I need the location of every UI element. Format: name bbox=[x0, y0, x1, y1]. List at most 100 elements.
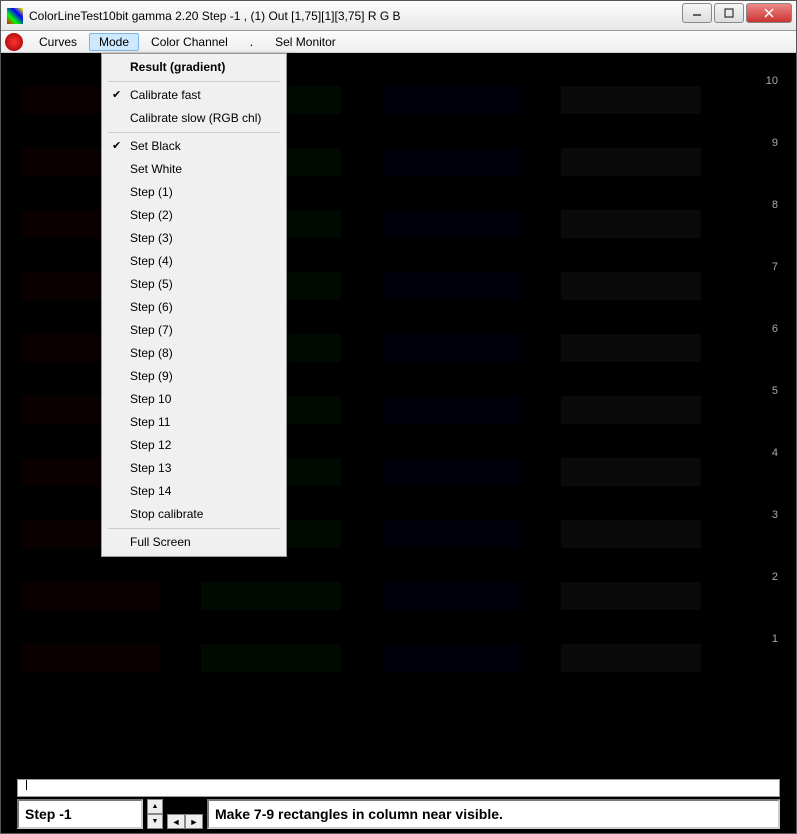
menu-mode[interactable]: Mode bbox=[89, 33, 139, 51]
ruler[interactable] bbox=[17, 779, 780, 797]
dropdown-item[interactable]: Step 12 bbox=[104, 434, 284, 457]
dropdown-item[interactable]: Step 10 bbox=[104, 388, 284, 411]
dropdown-item[interactable]: Step (1) bbox=[104, 181, 284, 204]
row-number: 3 bbox=[772, 509, 778, 521]
swatch-blue bbox=[381, 86, 521, 114]
nav-arrows: ◄ ► bbox=[167, 799, 203, 829]
dropdown-item[interactable]: Calibrate slow (RGB chl) bbox=[104, 107, 284, 130]
dropdown-item[interactable]: Step (7) bbox=[104, 319, 284, 342]
dropdown-item-label: Step (8) bbox=[130, 346, 173, 360]
dropdown-item[interactable]: ✔ Set Black bbox=[104, 135, 284, 158]
dropdown-item-label: Step (2) bbox=[130, 208, 173, 222]
menu-separator bbox=[108, 132, 280, 133]
swatch-red bbox=[21, 582, 161, 610]
dropdown-item-label: Step 10 bbox=[130, 392, 171, 406]
menu-sel-monitor[interactable]: Sel Monitor bbox=[265, 33, 346, 51]
swatch-blue bbox=[381, 148, 521, 176]
dropdown-header: Result (gradient) bbox=[104, 56, 284, 79]
nav-right-button[interactable]: ► bbox=[185, 814, 203, 829]
row-number: 10 bbox=[766, 75, 778, 87]
step-down-button[interactable]: ▼ bbox=[147, 814, 163, 829]
swatch-white bbox=[561, 272, 701, 300]
menu-curves[interactable]: Curves bbox=[29, 33, 87, 51]
hint-text: Make 7-9 rectangles in column near visib… bbox=[207, 799, 780, 829]
step-up-button[interactable]: ▲ bbox=[147, 799, 163, 814]
app-window: ColorLineTest10bit gamma 2.20 Step -1 , … bbox=[0, 0, 797, 834]
dropdown-item[interactable]: Full Screen bbox=[104, 531, 284, 554]
dropdown-item[interactable]: Step (9) bbox=[104, 365, 284, 388]
swatch-white bbox=[561, 520, 701, 548]
window-controls bbox=[682, 3, 792, 23]
dropdown-item-label: Step (6) bbox=[130, 300, 173, 314]
row-number: 9 bbox=[772, 137, 778, 149]
menu-logo-icon bbox=[5, 33, 23, 51]
swatch-blue bbox=[381, 334, 521, 362]
dropdown-item-label: Step (1) bbox=[130, 185, 173, 199]
dropdown-item[interactable]: Step 14 bbox=[104, 480, 284, 503]
dropdown-item-label: Full Screen bbox=[130, 535, 191, 549]
swatch-blue bbox=[381, 520, 521, 548]
menu-separator bbox=[108, 528, 280, 529]
dropdown-item-label: Set White bbox=[130, 162, 182, 176]
row-number: 1 bbox=[772, 633, 778, 645]
menu-color-channel[interactable]: Color Channel bbox=[141, 33, 238, 51]
swatch-white bbox=[561, 644, 701, 672]
check-icon: ✔ bbox=[112, 138, 121, 155]
row-number: 4 bbox=[772, 447, 778, 459]
dropdown-item[interactable]: Step (8) bbox=[104, 342, 284, 365]
swatch-white bbox=[561, 334, 701, 362]
close-button[interactable] bbox=[746, 3, 792, 23]
swatch-white bbox=[561, 458, 701, 486]
menubar: Curves Mode Color Channel . Sel Monitor bbox=[1, 31, 796, 53]
row-number: 7 bbox=[772, 261, 778, 273]
swatch-blue bbox=[381, 210, 521, 238]
maximize-button[interactable] bbox=[714, 3, 744, 23]
swatch-white bbox=[561, 210, 701, 238]
dropdown-item[interactable]: ✔Calibrate fast bbox=[104, 84, 284, 107]
row-number: 5 bbox=[772, 385, 778, 397]
status-bar: Step -1 ▲ ▼ ◄ ► Make 7-9 rectangles in c… bbox=[17, 799, 780, 829]
dropdown-item-label: Stop calibrate bbox=[130, 507, 203, 521]
row-number: 2 bbox=[772, 571, 778, 583]
nav-left-button[interactable]: ◄ bbox=[167, 814, 185, 829]
dropdown-item[interactable]: Step (6) bbox=[104, 296, 284, 319]
dropdown-item-label: Step 11 bbox=[130, 415, 170, 429]
mode-dropdown: Result (gradient) ✔Calibrate fastCalibra… bbox=[101, 53, 287, 557]
dropdown-item-label: Step (4) bbox=[130, 254, 173, 268]
swatch-green bbox=[201, 582, 341, 610]
swatch-blue bbox=[381, 272, 521, 300]
swatch-white bbox=[561, 582, 701, 610]
grid-row: 2 bbox=[21, 565, 772, 627]
swatch-blue bbox=[381, 644, 521, 672]
minimize-button[interactable] bbox=[682, 3, 712, 23]
dropdown-item-label: Step 12 bbox=[130, 438, 171, 452]
menu-separator bbox=[108, 81, 280, 82]
dropdown-item[interactable]: Stop calibrate bbox=[104, 503, 284, 526]
dropdown-item-label: Step (9) bbox=[130, 369, 173, 383]
dropdown-item-label: Step 13 bbox=[130, 461, 171, 475]
grid-row: 1 bbox=[21, 627, 772, 689]
swatch-green bbox=[201, 644, 341, 672]
menu-dot[interactable]: . bbox=[240, 33, 263, 51]
dropdown-item-label: Step (5) bbox=[130, 277, 173, 291]
row-number: 6 bbox=[772, 323, 778, 335]
dropdown-item[interactable]: Step 11 bbox=[104, 411, 284, 434]
dropdown-item-label: Set Black bbox=[130, 139, 181, 153]
dropdown-item-label: Step (7) bbox=[130, 323, 173, 337]
dropdown-item-label: Step (3) bbox=[130, 231, 173, 245]
step-spinner: ▲ ▼ bbox=[147, 799, 163, 829]
dropdown-item[interactable]: Step 13 bbox=[104, 457, 284, 480]
swatch-red bbox=[21, 644, 161, 672]
dropdown-item[interactable]: Step (3) bbox=[104, 227, 284, 250]
swatch-blue bbox=[381, 396, 521, 424]
dropdown-item[interactable]: Set White bbox=[104, 158, 284, 181]
dropdown-item[interactable]: Step (5) bbox=[104, 273, 284, 296]
titlebar[interactable]: ColorLineTest10bit gamma 2.20 Step -1 , … bbox=[1, 1, 796, 31]
dropdown-item[interactable]: Step (4) bbox=[104, 250, 284, 273]
swatch-white bbox=[561, 148, 701, 176]
swatch-blue bbox=[381, 458, 521, 486]
dropdown-item[interactable]: Step (2) bbox=[104, 204, 284, 227]
dropdown-item-label: Calibrate fast bbox=[130, 88, 201, 102]
window-title: ColorLineTest10bit gamma 2.20 Step -1 , … bbox=[29, 9, 401, 23]
dropdown-item-label: Step 14 bbox=[130, 484, 171, 498]
